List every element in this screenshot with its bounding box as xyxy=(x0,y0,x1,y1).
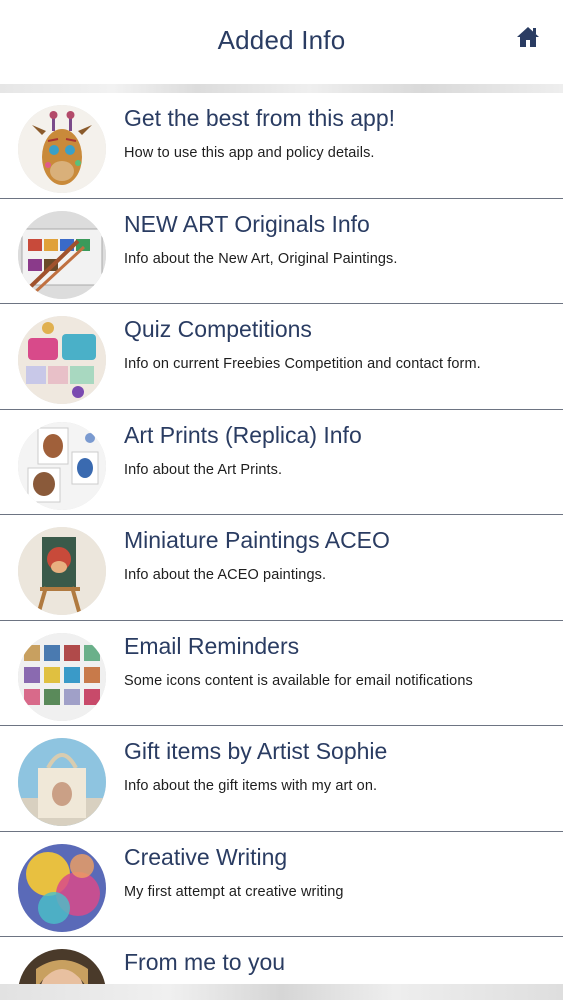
list-item-creative-writing[interactable]: Creative Writing My first attempt at cre… xyxy=(0,831,563,937)
item-subtitle: How to use this app and policy details. xyxy=(124,145,375,161)
screen: Added Info Get the best from this app! H… xyxy=(0,0,563,1000)
giraffe-thumbnail xyxy=(18,105,106,193)
easel-thumbnail xyxy=(18,527,106,615)
painting-thumbnail xyxy=(18,843,106,932)
list-item-email[interactable]: Email Reminders Some icons content is av… xyxy=(0,620,563,726)
item-subtitle: Info about the New Art, Original Paintin… xyxy=(124,250,398,267)
tote-bag-thumbnail xyxy=(18,738,106,826)
item-subtitle: Info about the ACEO paintings. xyxy=(124,567,327,583)
watercolor-thumbnail xyxy=(18,210,106,299)
page-title: Added Info xyxy=(217,24,346,55)
info-list: Get the best from this app! How to use t… xyxy=(0,93,563,1000)
list-item-new-art[interactable]: NEW ART Originals Info Info about the Ne… xyxy=(0,198,563,304)
item-title: From me to you xyxy=(124,949,286,975)
craft-thumbnail xyxy=(18,316,106,404)
item-title: Quiz Competitions xyxy=(124,316,312,342)
list-item-quiz[interactable]: Quiz Competitions Info on current Freebi… xyxy=(0,304,563,410)
item-subtitle: Info about the Art Prints. xyxy=(124,461,283,478)
item-title: Email Reminders xyxy=(124,632,300,659)
item-title: Art Prints (Replica) Info xyxy=(124,421,362,448)
home-button[interactable] xyxy=(515,25,541,49)
item-title: Creative Writing xyxy=(124,843,288,870)
prints-thumbnail xyxy=(18,421,106,510)
list-item-get-best[interactable]: Get the best from this app! How to use t… xyxy=(0,93,563,199)
item-title: Get the best from this app! xyxy=(124,105,396,131)
item-title: Miniature Paintings ACEO xyxy=(124,527,390,553)
list-item-gift[interactable]: Gift items by Artist Sophie Info about t… xyxy=(0,726,563,832)
item-title: NEW ART Originals Info xyxy=(124,210,370,237)
icon-grid-thumbnail xyxy=(18,632,106,721)
list-item-miniature[interactable]: Miniature Paintings ACEO Info about the … xyxy=(0,515,563,621)
item-subtitle: My first attempt at creative writing xyxy=(124,883,344,900)
home-icon xyxy=(517,27,539,47)
bottom-bar xyxy=(0,984,563,1000)
item-subtitle: Some icons content is available for emai… xyxy=(124,672,473,689)
item-title: Gift items by Artist Sophie xyxy=(124,738,388,764)
item-subtitle: Info about the gift items with my art on… xyxy=(124,778,378,794)
header-bar: Added Info xyxy=(0,0,563,84)
list-item-art-prints[interactable]: Art Prints (Replica) Info Info about the… xyxy=(0,409,563,515)
item-subtitle: Info on current Freebies Competition and… xyxy=(124,356,481,372)
